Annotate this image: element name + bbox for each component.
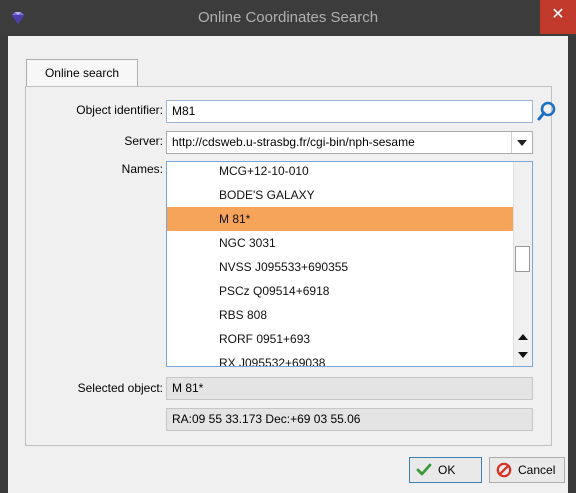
- names-scrollbar[interactable]: [513, 162, 532, 366]
- title-bar: Online Coordinates Search ✕: [0, 0, 576, 36]
- list-item[interactable]: RBS 808: [167, 303, 532, 327]
- checkmark-icon: [416, 463, 432, 476]
- ok-button[interactable]: OK: [409, 457, 482, 483]
- server-label: Server:: [124, 134, 163, 148]
- names-items: MCG+12-10-010 BODE'S GALAXY M 81* NGC 3031 N…: [167, 162, 532, 366]
- scroll-down-icon[interactable]: [518, 352, 528, 358]
- names-list[interactable]: MCG+12-10-010 BODE'S GALAXY M 81* NGC 3031 N…: [166, 161, 533, 367]
- list-item[interactable]: MCG+12-10-010: [167, 162, 532, 183]
- chevron-down-icon[interactable]: [511, 132, 532, 153]
- close-button[interactable]: ✕: [540, 0, 576, 34]
- coordinates-field: RA:09 55 33.173 Dec:+69 03 55.06: [166, 408, 533, 431]
- scroll-up-icon[interactable]: [518, 334, 528, 340]
- ok-label: OK: [438, 463, 456, 477]
- tab-online-search[interactable]: Online search: [26, 59, 138, 87]
- list-item[interactable]: NVSS J095533+690355: [167, 255, 532, 279]
- window-title: Online Coordinates Search: [197, 9, 379, 26]
- list-item[interactable]: PSCz Q09514+6918: [167, 279, 532, 303]
- search-panel: Object identifier: M81 Server: http://cd…: [25, 86, 556, 446]
- list-item[interactable]: M 81*: [167, 207, 532, 231]
- selected-object-label: Selected object:: [77, 381, 163, 395]
- names-label: Names:: [121, 162, 163, 176]
- scrollbar-thumb[interactable]: [515, 246, 530, 272]
- cancel-button[interactable]: Cancel: [489, 457, 565, 483]
- dialog-body: Online search Object identifier: M81 Ser…: [8, 36, 568, 493]
- selected-object-field: M 81*: [166, 377, 533, 400]
- list-item[interactable]: RX J095532+69038: [167, 351, 532, 366]
- list-item[interactable]: NGC 3031: [167, 231, 532, 255]
- object-identifier-label: Object identifier:: [76, 103, 163, 117]
- object-identifier-input[interactable]: M81: [166, 100, 533, 123]
- list-item[interactable]: BODE'S GALAXY: [167, 183, 532, 207]
- cancel-label: Cancel: [518, 463, 556, 477]
- search-icon[interactable]: [537, 101, 557, 121]
- server-select[interactable]: http://cdsweb.u-strasbg.fr/cgi-bin/nph-s…: [166, 131, 533, 154]
- list-item[interactable]: RORF 0951+693: [167, 327, 532, 351]
- no-entry-icon: [496, 462, 512, 478]
- server-value: http://cdsweb.u-strasbg.fr/cgi-bin/nph-s…: [172, 135, 415, 149]
